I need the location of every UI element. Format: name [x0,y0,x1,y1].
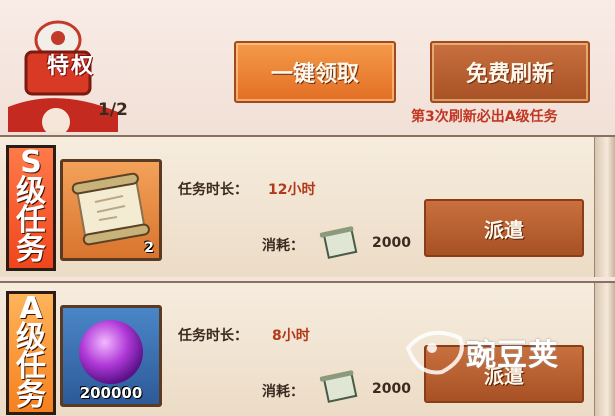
rank-tag-char: 任 [16,203,46,238]
rank-tag-char: 务 [16,378,46,413]
task-card-s: S 级 任 务 2 任务时长： 12小时 消耗： 2000 派遣 [0,135,615,277]
duration-label: 任务时长： [178,182,248,198]
duration-value: 8小时 [272,328,310,344]
cost-label: 消耗： [262,384,304,400]
rank-tag-char: 级 [16,320,46,355]
cost-label: 消耗： [262,238,304,254]
watermark-text: 豌豆荚 [466,338,559,373]
claim-all-button[interactable]: 一键领取 [234,41,396,103]
rank-tag-char: S [20,145,42,180]
scroll-edge [594,137,615,277]
scroll-edge [594,283,615,416]
remaining-count: 1/2 [98,100,128,120]
rank-tag-char: A [19,291,43,326]
rank-tag: A 级 任 务 [6,291,56,415]
small-scroll-icon [319,226,358,259]
duration-label: 任务时长： [178,328,248,344]
small-scroll-icon [319,370,358,403]
item-count: 200000 [79,384,143,402]
reward-slot[interactable]: 2 [60,159,162,261]
refresh-hint: 第3次刷新必出A级任务 [411,109,558,125]
reward-slot[interactable]: 200000 [60,305,162,407]
rank-tag-char: 级 [16,174,46,209]
free-refresh-button[interactable]: 免费刷新 [430,41,590,103]
item-count: 2 [144,240,154,256]
dispatch-button[interactable]: 派遣 [424,199,584,257]
cost-value: 2000 [372,235,411,251]
rank-tag-char: 务 [16,232,46,267]
duration-value: 12小时 [268,182,316,198]
rank-tag: S 级 任 务 [6,145,56,271]
rank-tag-char: 任 [16,349,46,384]
cost-value: 2000 [372,381,411,397]
emblem-label: 特权 [46,54,95,79]
